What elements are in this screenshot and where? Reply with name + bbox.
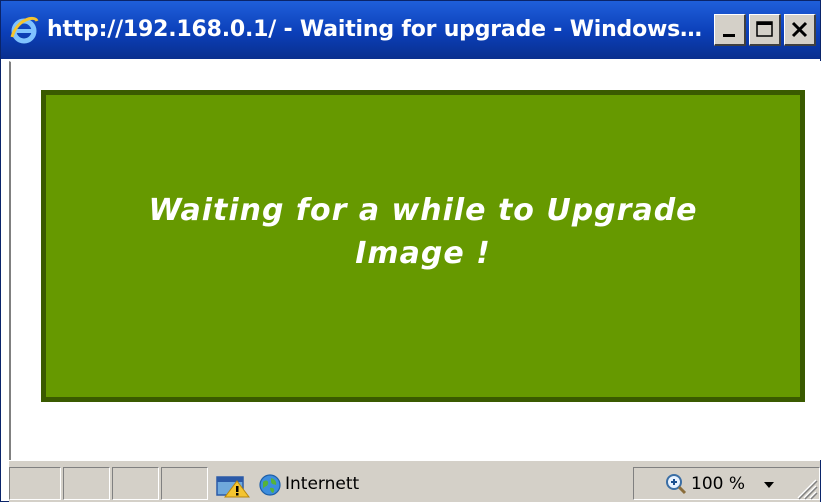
- status-cell-2: [63, 467, 110, 500]
- status-cell-1: [9, 467, 61, 500]
- popup-blocked-icon[interactable]: [215, 473, 251, 499]
- window-title: http://192.168.0.1/ - Waiting for upgrad…: [47, 17, 707, 42]
- zoom-icon[interactable]: [665, 473, 687, 495]
- chevron-down-icon[interactable]: [763, 481, 775, 489]
- caption-buttons: [714, 14, 816, 46]
- close-button[interactable]: [784, 14, 816, 46]
- upgrade-message-panel: Waiting for a while to Upgrade Image !: [41, 90, 805, 402]
- ie-icon: [10, 16, 39, 44]
- status-cell-4: [161, 467, 208, 500]
- globe-icon: [259, 474, 281, 496]
- status-cell-3: [112, 467, 159, 500]
- resize-grip-icon[interactable]: [792, 474, 818, 500]
- zoom-level[interactable]: 100 %: [691, 473, 745, 495]
- maximize-icon: [756, 21, 773, 37]
- security-zone-label: Internett: [285, 474, 360, 494]
- status-bar: Internett 100 %: [9, 460, 820, 502]
- minimize-icon: [723, 34, 735, 37]
- upgrade-message: Waiting for a while to Upgrade Image !: [148, 193, 698, 271]
- title-bar[interactable]: http://192.168.0.1/ - Waiting for upgrad…: [1, 1, 820, 59]
- page-content: Waiting for a while to Upgrade Image !: [9, 61, 821, 460]
- close-icon: [791, 21, 808, 38]
- browser-window: http://192.168.0.1/ - Waiting for upgrad…: [0, 0, 821, 502]
- minimize-button[interactable]: [714, 14, 746, 46]
- maximize-button[interactable]: [749, 14, 781, 46]
